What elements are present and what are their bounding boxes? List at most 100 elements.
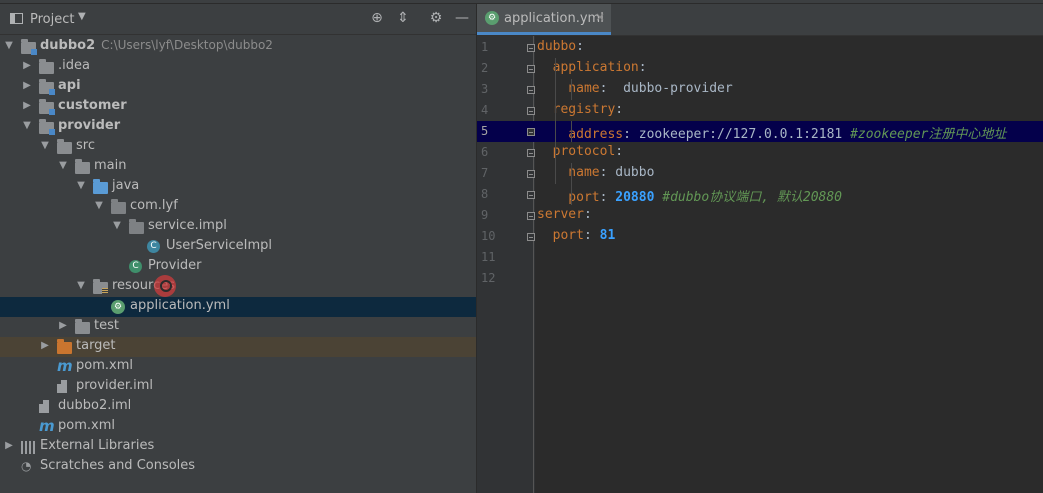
project-panel-header: Project ▼ ⊕ ⇕ ⚙ — bbox=[0, 4, 476, 35]
tree-item[interactable]: ▼ java bbox=[0, 177, 476, 197]
tree-item[interactable]: ▼ main bbox=[0, 157, 476, 177]
fold-marker-icon[interactable] bbox=[527, 191, 535, 199]
tree-item[interactable]: ◔ Scratches and Consoles bbox=[0, 457, 476, 477]
tree-item[interactable]: ▶ External Libraries bbox=[0, 437, 476, 457]
expanded-arrow-icon[interactable]: ▼ bbox=[57, 160, 69, 171]
line-number: 10 bbox=[481, 229, 496, 243]
code-token: #dubbo协议端口, 默认20880 bbox=[654, 190, 842, 205]
collapsed-arrow-icon[interactable]: ▶ bbox=[21, 100, 33, 111]
resources-folder-icon bbox=[93, 279, 108, 294]
collapse-icon[interactable]: ⇕ bbox=[395, 10, 411, 26]
code-line[interactable]: dubbo: bbox=[477, 37, 1043, 58]
locate-icon[interactable]: ⊕ bbox=[369, 10, 385, 26]
expanded-arrow-icon[interactable]: ▼ bbox=[39, 140, 51, 151]
expanded-arrow-icon[interactable]: ▼ bbox=[75, 180, 87, 191]
fold-marker-icon[interactable] bbox=[527, 107, 535, 115]
expanded-arrow-icon[interactable]: ▼ bbox=[21, 120, 33, 131]
project-view-selector[interactable]: Project bbox=[30, 12, 74, 27]
code-text: address: zookeeper://127.0.0.1:2181 #zoo… bbox=[537, 123, 1006, 142]
minimize-icon[interactable]: — bbox=[454, 10, 470, 26]
code-line[interactable]: application: bbox=[477, 58, 1043, 79]
line-number: 1 bbox=[481, 40, 489, 54]
fold-marker-icon[interactable] bbox=[527, 44, 535, 52]
tree-item-label: .idea bbox=[58, 58, 90, 73]
code-line[interactable]: protocol: bbox=[477, 142, 1043, 163]
tree-item[interactable]: ▼ provider bbox=[0, 117, 476, 137]
code-token: : bbox=[638, 60, 647, 75]
code-line[interactable]: registry: bbox=[477, 100, 1043, 121]
code-text: name: dubbo-provider bbox=[537, 81, 732, 96]
tree-item[interactable]: ▶ customer bbox=[0, 97, 476, 117]
tree-item[interactable]: ▶ .idea bbox=[0, 57, 476, 77]
tree-item[interactable]: ▼ src bbox=[0, 137, 476, 157]
fold-marker-icon[interactable] bbox=[527, 149, 535, 157]
tree-item[interactable]: C UserServiceImpl bbox=[0, 237, 476, 257]
collapsed-arrow-icon[interactable]: ▶ bbox=[21, 80, 33, 91]
tab-application-yml[interactable]: ⚙ application.yml × bbox=[477, 4, 611, 35]
tree-item[interactable]: m pom.xml bbox=[0, 417, 476, 437]
indent-guide bbox=[555, 58, 556, 184]
code-token: : bbox=[583, 228, 600, 243]
tree-item-label: dubbo2 C:\Users\lyf\Desktop\dubbo2 bbox=[40, 38, 273, 53]
tree-item[interactable]: ▼ service.impl bbox=[0, 217, 476, 237]
tree-item[interactable]: ▶ target bbox=[0, 337, 476, 357]
chevron-down-icon[interactable]: ▼ bbox=[78, 11, 86, 22]
expanded-arrow-icon[interactable]: ▼ bbox=[111, 220, 123, 231]
tree-item[interactable]: ▼ com.lyf bbox=[0, 197, 476, 217]
collapsed-arrow-icon[interactable]: ▶ bbox=[3, 440, 15, 451]
tree-item[interactable]: m pom.xml bbox=[0, 357, 476, 377]
settings-icon[interactable]: ⚙ bbox=[428, 10, 444, 26]
collapsed-arrow-icon[interactable]: ▶ bbox=[21, 60, 33, 71]
expanded-arrow-icon[interactable]: ▼ bbox=[75, 280, 87, 291]
code-token: port bbox=[537, 190, 600, 205]
close-icon[interactable]: × bbox=[595, 10, 605, 24]
source-folder-icon bbox=[93, 179, 108, 194]
code-token: : bbox=[599, 190, 616, 205]
tree-item[interactable]: ▼ resources bbox=[0, 277, 476, 297]
fold-marker-icon[interactable] bbox=[527, 233, 535, 241]
expanded-arrow-icon[interactable]: ▼ bbox=[93, 200, 105, 211]
tree-item-label: api bbox=[58, 78, 81, 93]
code-line[interactable]: name: dubbo bbox=[477, 163, 1043, 184]
tree-item-label: pom.xml bbox=[58, 418, 115, 433]
project-path: C:\Users\lyf\Desktop\dubbo2 bbox=[101, 38, 273, 52]
tree-item[interactable]: provider.iml bbox=[0, 377, 476, 397]
code-line[interactable] bbox=[477, 268, 1043, 289]
code-line[interactable]: server: bbox=[477, 205, 1043, 226]
tree-item[interactable]: ▶ api bbox=[0, 77, 476, 97]
code-line[interactable] bbox=[477, 247, 1043, 268]
fold-marker-icon[interactable] bbox=[527, 212, 535, 220]
code-line[interactable]: port: 81 bbox=[477, 226, 1043, 247]
module-folder-icon bbox=[21, 39, 37, 55]
code-line[interactable]: address: zookeeper://127.0.0.1:2181 #zoo… bbox=[477, 121, 1043, 142]
fold-marker-icon[interactable] bbox=[527, 65, 535, 73]
collapsed-arrow-icon[interactable]: ▶ bbox=[39, 340, 51, 351]
module-folder-icon bbox=[39, 79, 55, 95]
project-panel: Project ▼ ⊕ ⇕ ⚙ — ▼ dubbo2 C:\Users\lyf\De… bbox=[0, 4, 476, 493]
tree-item-label: pom.xml bbox=[76, 358, 133, 373]
fold-marker-icon[interactable] bbox=[527, 128, 535, 136]
expanded-arrow-icon[interactable]: ▼ bbox=[3, 40, 15, 51]
tree-item-label: java bbox=[112, 178, 140, 193]
tree-item-label: com.lyf bbox=[130, 198, 178, 213]
tree-item-label: main bbox=[94, 158, 127, 173]
fold-marker-icon[interactable] bbox=[527, 86, 535, 94]
code-line[interactable]: port: 20880 #dubbo协议端口, 默认20880 bbox=[477, 184, 1043, 205]
tree-item[interactable]: ▶ test bbox=[0, 317, 476, 337]
code-text: port: 20880 #dubbo协议端口, 默认20880 bbox=[537, 186, 842, 205]
editor-panel: ⚙ application.yml × dubbo: 1 application:… bbox=[477, 4, 1043, 493]
maven-icon: m bbox=[39, 417, 55, 435]
tree-item-label: Scratches and Consoles bbox=[40, 458, 196, 473]
code-token: : bbox=[615, 102, 624, 117]
collapsed-arrow-icon[interactable]: ▶ bbox=[57, 320, 69, 331]
tree-item[interactable]: C Provider bbox=[0, 257, 476, 277]
tree-item[interactable]: ⚙ application.yml bbox=[0, 297, 476, 317]
spring-yml-icon: ⚙ bbox=[111, 300, 125, 314]
code-line[interactable]: name: dubbo-provider bbox=[477, 79, 1043, 100]
line-number: 9 bbox=[481, 208, 489, 222]
tree-item[interactable]: dubbo2.iml bbox=[0, 397, 476, 417]
tree-item-label: External Libraries bbox=[40, 438, 155, 453]
fold-marker-icon[interactable] bbox=[527, 170, 535, 178]
class-icon: C bbox=[147, 240, 160, 253]
tree-item[interactable]: ▼ dubbo2 C:\Users\lyf\Desktop\dubbo2 bbox=[0, 37, 476, 57]
